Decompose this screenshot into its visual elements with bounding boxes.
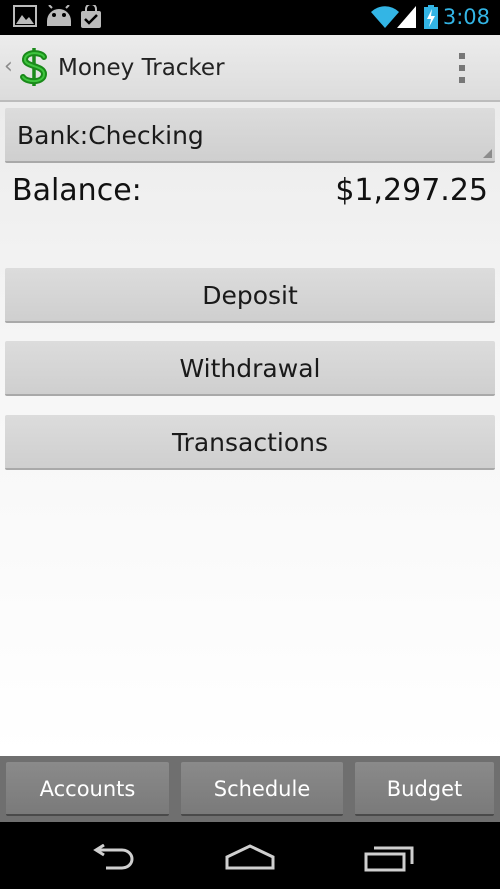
app-title: Money Tracker bbox=[58, 55, 225, 81]
dollar-sign-icon[interactable] bbox=[18, 47, 50, 87]
transactions-button[interactable]: Transactions bbox=[5, 415, 495, 470]
up-caret-icon[interactable]: ‹ bbox=[4, 53, 13, 81]
battery-charging-icon bbox=[424, 5, 438, 29]
action-bar: ‹ Money Tracker bbox=[0, 35, 500, 102]
main-content: Bank:Checking Balance: $1,297.25 Deposit… bbox=[0, 102, 500, 756]
budget-button[interactable]: Budget bbox=[355, 762, 494, 816]
overflow-menu-icon[interactable] bbox=[452, 53, 472, 83]
shopping-bag-check-icon bbox=[81, 5, 101, 28]
spinner-arrow-icon bbox=[483, 149, 492, 158]
home-icon[interactable] bbox=[224, 844, 276, 870]
status-bar: 3:08 bbox=[0, 0, 500, 35]
bottom-tab-bar: Accounts Schedule Budget bbox=[0, 756, 500, 822]
withdrawal-button[interactable]: Withdrawal bbox=[5, 341, 495, 396]
balance-label: Balance: bbox=[12, 173, 142, 208]
gallery-icon bbox=[13, 5, 37, 27]
account-spinner[interactable]: Bank:Checking bbox=[5, 108, 495, 163]
navigation-bar bbox=[0, 822, 500, 889]
recent-apps-icon[interactable] bbox=[364, 844, 416, 872]
schedule-button[interactable]: Schedule bbox=[181, 762, 343, 816]
overflow-dot bbox=[459, 53, 465, 59]
back-icon[interactable] bbox=[86, 844, 136, 872]
status-time: 3:08 bbox=[442, 5, 490, 29]
signal-icon bbox=[397, 6, 416, 28]
overflow-dot bbox=[459, 65, 465, 71]
wifi-icon bbox=[371, 6, 399, 29]
account-spinner-label: Bank:Checking bbox=[17, 121, 204, 150]
balance-value: $1,297.25 bbox=[335, 173, 488, 208]
accounts-button[interactable]: Accounts bbox=[6, 762, 169, 816]
deposit-button[interactable]: Deposit bbox=[5, 268, 495, 323]
android-icon bbox=[47, 5, 71, 26]
overflow-dot bbox=[459, 77, 465, 83]
